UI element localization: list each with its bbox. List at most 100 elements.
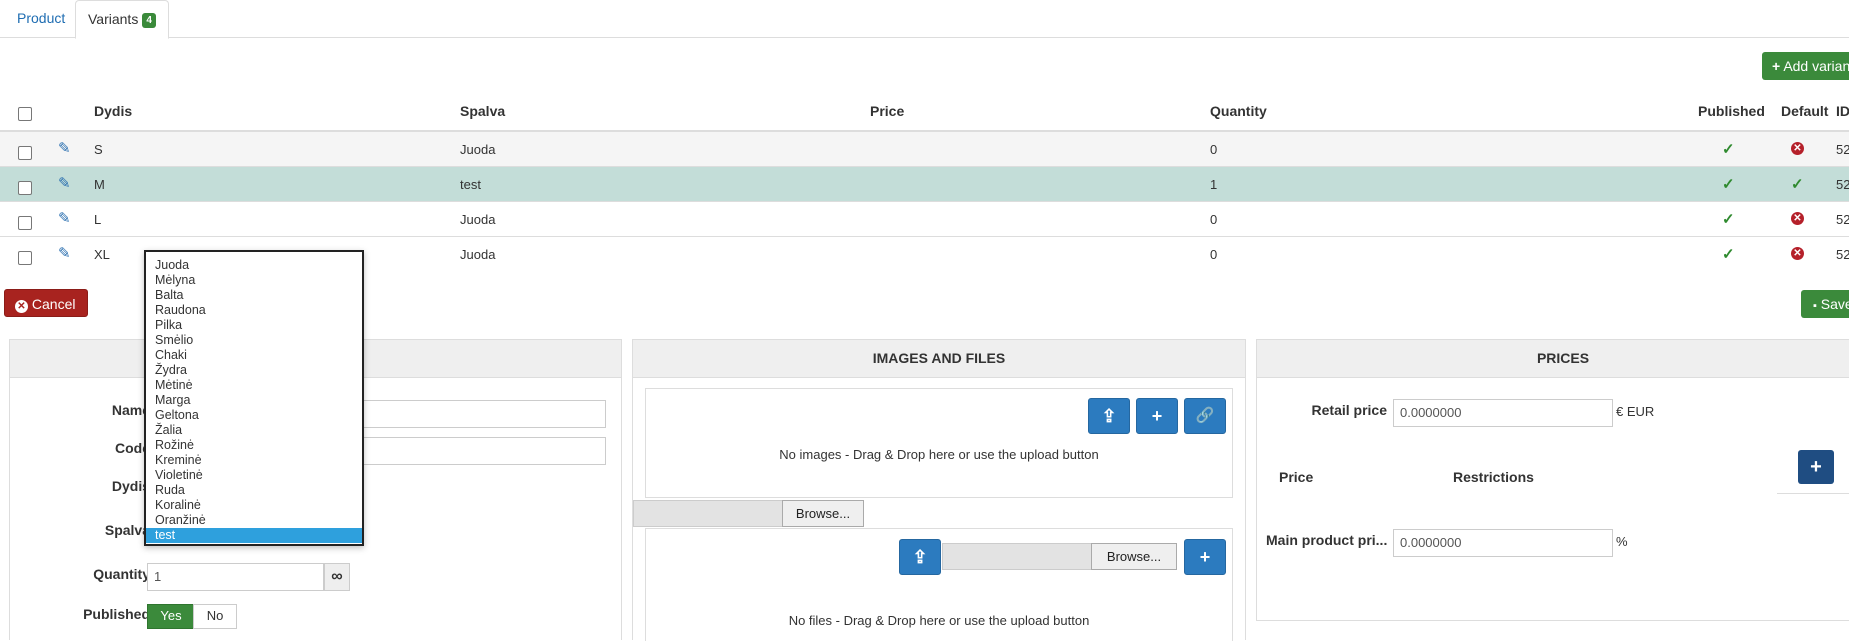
published-no-toggle[interactable]: No xyxy=(193,604,237,629)
color-option[interactable]: Pilka xyxy=(146,318,362,333)
row-checkbox[interactable] xyxy=(18,251,32,265)
color-option[interactable]: Marga xyxy=(146,393,362,408)
table-header: Dydis Spalva Price Quantity Published De… xyxy=(0,100,1849,132)
not-default-x-icon[interactable]: ✕ xyxy=(1791,212,1804,225)
published-check-icon[interactable]: ✓ xyxy=(1722,140,1735,158)
restrictions-column-header: Restrictions xyxy=(1453,469,1534,485)
select-all-checkbox[interactable] xyxy=(18,107,32,121)
row-id: 52 xyxy=(1836,142,1849,157)
images-browse-button[interactable]: Browse... xyxy=(782,500,864,527)
edit-pencil-icon[interactable]: ✎ xyxy=(58,139,71,157)
col-size[interactable]: Dydis xyxy=(94,103,132,119)
quantity-input[interactable]: 1 xyxy=(147,563,324,591)
table-row[interactable]: ✎ M test 1 ✓ ✓ 52 xyxy=(0,166,1849,202)
add-price-plus-icon[interactable]: + xyxy=(1798,450,1834,484)
cancel-circle-icon: ✕ xyxy=(15,300,28,313)
table-row[interactable]: ✎ S Juoda 0 ✓ ✕ 52 xyxy=(0,131,1849,167)
images-panel-title: IMAGES AND FILES xyxy=(633,340,1245,378)
published-check-icon[interactable]: ✓ xyxy=(1722,175,1735,193)
row-checkbox[interactable] xyxy=(18,146,32,160)
link-image-icon[interactable]: 🔗 xyxy=(1184,398,1226,434)
not-default-x-icon[interactable]: ✕ xyxy=(1791,247,1804,260)
col-color[interactable]: Spalva xyxy=(460,103,505,119)
row-size: L xyxy=(94,212,102,227)
published-label: Published xyxy=(83,606,150,622)
row-quantity: 0 xyxy=(1210,247,1218,262)
no-files-text: No files - Drag & Drop here or use the u… xyxy=(788,613,1090,628)
col-published[interactable]: Published xyxy=(1698,103,1765,119)
color-option[interactable]: Žalia xyxy=(146,423,362,438)
add-file-plus-icon[interactable]: + xyxy=(1184,539,1226,575)
save-button[interactable]: ▪ Save xyxy=(1801,290,1849,318)
color-option[interactable]: Žydra xyxy=(146,363,362,378)
color-select-dropdown[interactable]: Juoda Mėlyna Balta Raudona Pilka Smėlio Chaki Ž… xyxy=(144,250,364,546)
tab-variants[interactable]: Variants 4 xyxy=(75,0,169,39)
add-variant-label: Add variant xyxy=(1783,58,1849,74)
row-checkbox[interactable] xyxy=(18,216,32,230)
files-browse-button[interactable]: Browse... xyxy=(1091,543,1177,570)
col-price[interactable]: Price xyxy=(870,103,904,119)
add-image-plus-icon[interactable]: + xyxy=(1136,398,1178,434)
retail-price-label: Retail price xyxy=(1311,402,1387,418)
main-product-price-label: Main product pri... xyxy=(1266,532,1388,548)
row-checkbox[interactable] xyxy=(18,181,32,195)
col-id[interactable]: ID xyxy=(1836,103,1849,119)
row-color: Juoda xyxy=(460,212,496,227)
default-check-icon[interactable]: ✓ xyxy=(1791,175,1804,193)
color-option[interactable]: Koralinė xyxy=(146,498,362,513)
color-option[interactable]: test xyxy=(146,528,362,543)
tab-product[interactable]: Product xyxy=(5,0,77,36)
col-quantity[interactable]: Quantity xyxy=(1210,103,1267,119)
color-option[interactable]: Balta xyxy=(146,288,362,303)
published-check-icon[interactable]: ✓ xyxy=(1722,245,1735,263)
row-color: Juoda xyxy=(460,142,496,157)
upload-file-icon[interactable]: ⇪ xyxy=(899,539,941,575)
price-column-header: Price xyxy=(1279,469,1314,485)
files-dropzone[interactable]: ⇪ Browse... + No files - Drag & Drop her… xyxy=(645,528,1233,641)
row-size: M xyxy=(94,177,105,192)
quantity-label: Quantity xyxy=(93,566,150,582)
main-product-price-input[interactable]: 0.0000000 xyxy=(1393,529,1613,557)
table-row[interactable]: ✎ L Juoda 0 ✓ ✕ 52 xyxy=(0,201,1849,237)
images-files-panel: IMAGES AND FILES ⇪ + 🔗 No images - Drag … xyxy=(632,339,1246,641)
published-check-icon[interactable]: ✓ xyxy=(1722,210,1735,228)
files-file-input[interactable]: Browse... xyxy=(942,543,1177,570)
col-default[interactable]: Default xyxy=(1781,103,1828,119)
infinity-icon[interactable]: ∞ xyxy=(324,563,350,591)
color-option[interactable]: Mėtinė xyxy=(146,378,362,393)
color-option[interactable]: Geltona xyxy=(146,408,362,423)
color-option[interactable]: Ruda xyxy=(146,483,362,498)
cancel-button[interactable]: ✕ Cancel xyxy=(4,289,88,317)
row-size: S xyxy=(94,142,103,157)
images-file-input[interactable]: Browse... xyxy=(633,500,864,527)
color-option[interactable]: Juoda xyxy=(146,258,362,273)
color-label: Spalva xyxy=(104,522,150,538)
color-option[interactable]: Smėlio xyxy=(146,333,362,348)
add-variant-button[interactable]: + Add variant xyxy=(1762,52,1849,80)
name-label: Name xyxy=(111,402,150,418)
tab-product-label: Product xyxy=(17,10,66,26)
upload-image-icon[interactable]: ⇪ xyxy=(1088,398,1130,434)
no-images-text: No images - Drag & Drop here or use the … xyxy=(779,447,1099,462)
color-option[interactable]: Mėlyna xyxy=(146,273,362,288)
color-option[interactable]: Violetinė xyxy=(146,468,362,483)
tab-variants-label: Variants xyxy=(88,11,139,27)
prices-panel-title: PRICES xyxy=(1257,340,1849,378)
retail-price-input[interactable]: 0.0000000 xyxy=(1393,399,1613,427)
row-color: Juoda xyxy=(460,247,496,262)
code-label: Code xyxy=(115,440,150,456)
color-option[interactable]: Kreminė xyxy=(146,453,362,468)
images-dropzone[interactable]: ⇪ + 🔗 No images - Drag & Drop here or us… xyxy=(645,388,1233,498)
published-yes-toggle[interactable]: Yes xyxy=(147,604,195,629)
row-id: 52 xyxy=(1836,212,1849,227)
color-option[interactable]: Rožinė xyxy=(146,438,362,453)
color-option[interactable]: Raudona xyxy=(146,303,362,318)
floppy-icon: ▪ xyxy=(1813,300,1817,312)
edit-pencil-icon[interactable]: ✎ xyxy=(58,244,71,262)
edit-pencil-icon[interactable]: ✎ xyxy=(58,209,71,227)
edit-pencil-icon[interactable]: ✎ xyxy=(58,174,71,192)
not-default-x-icon[interactable]: ✕ xyxy=(1791,142,1804,155)
variants-count-badge: 4 xyxy=(142,12,156,28)
color-option[interactable]: Oranžinė xyxy=(146,513,362,528)
color-option[interactable]: Chaki xyxy=(146,348,362,363)
